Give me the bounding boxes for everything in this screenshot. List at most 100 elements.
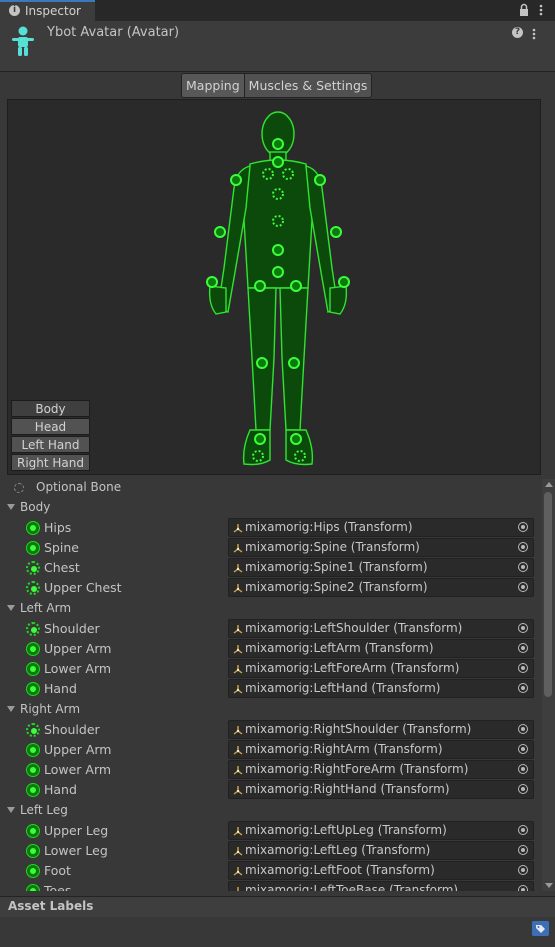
object-picker-icon[interactable] [518,845,528,855]
transform-field[interactable]: mixamorig:Hips (Transform) [228,518,534,537]
transform-icon [233,827,243,836]
transform-field[interactable]: mixamorig:LeftToeBase (Transform) [228,881,534,891]
transform-field[interactable]: mixamorig:Spine2 (Transform) [228,578,534,597]
bone-name: Hand [44,681,77,696]
component-menu-icon[interactable] [531,27,537,41]
asset-labels-header[interactable]: Asset Labels [0,896,555,917]
transform-value: mixamorig:LeftLeg (Transform) [245,843,431,857]
foldout-arrow-icon[interactable] [7,706,15,712]
group-label: Left Arm [20,601,72,615]
transform-field[interactable]: mixamorig:Spine (Transform) [228,538,534,557]
view-right-hand-button[interactable]: Right Hand [11,454,90,471]
mapping-tab[interactable]: Mapping [182,74,244,97]
scroll-thumb[interactable] [544,492,552,697]
view-head-button[interactable]: Head [11,418,90,435]
transform-value: mixamorig:Hips (Transform) [245,520,413,534]
object-picker-icon[interactable] [518,623,528,633]
transform-icon [233,746,243,755]
group-header[interactable]: Left Leg [7,802,68,818]
required-bone-icon [26,541,40,555]
label-tag-icon[interactable] [532,921,549,936]
transform-icon [233,625,243,634]
tab-inspector[interactable]: i Inspector [0,0,95,21]
optional-bone-icon [14,483,24,493]
transform-field[interactable]: mixamorig:LeftArm (Transform) [228,639,534,658]
group-header[interactable]: Body [7,499,50,515]
group-header[interactable]: Left Arm [7,600,71,616]
transform-value: mixamorig:LeftArm (Transform) [245,641,434,655]
bone-name: Lower Arm [44,661,112,676]
transform-field[interactable]: mixamorig:RightForeArm (Transform) [228,760,534,779]
group-label: Body [20,500,51,514]
optional-bone-icon [26,622,40,636]
help-icon[interactable]: ? [512,27,523,38]
bone-row: Hand mixamorig:LeftHand (Transform) [0,679,542,699]
optional-bone-icon [26,723,40,737]
inspector-title: Ybot Avatar (Avatar) [47,25,180,40]
transform-icon [233,847,243,856]
required-bone-icon [26,682,40,696]
transform-icon [233,867,243,876]
view-left-hand-button[interactable]: Left Hand [11,436,90,453]
transform-field[interactable]: mixamorig:LeftLeg (Transform) [228,841,534,860]
object-picker-icon[interactable] [518,643,528,653]
group-label: Left Leg [20,803,68,817]
bone-name: Chest [44,560,80,575]
body-silhouette[interactable] [200,108,356,470]
required-bone-icon [26,864,40,878]
object-picker-icon[interactable] [518,522,528,532]
bone-row: Spine mixamorig:Spine (Transform) [0,538,542,558]
muscles-settings-tab[interactable]: Muscles & Settings [243,74,372,97]
bone-name: Upper Chest [44,580,122,595]
transform-icon [233,645,243,654]
transform-field[interactable]: mixamorig:RightHand (Transform) [228,780,534,799]
object-picker-icon[interactable] [518,784,528,794]
bone-row: Hips mixamorig:Hips (Transform) [0,518,542,538]
transform-field[interactable]: mixamorig:LeftShoulder (Transform) [228,619,534,638]
object-picker-icon[interactable] [518,542,528,552]
bone-mapping-list: Body Hips mixamorig:Hips (Transform) Spine m… [0,497,542,891]
object-picker-icon[interactable] [518,885,528,891]
transform-field[interactable]: mixamorig:RightShoulder (Transform) [228,720,534,739]
transform-icon [233,786,243,795]
bone-row: Upper Chest mixamorig:Spine2 (Transform) [0,578,542,598]
foldout-arrow-icon[interactable] [7,504,15,510]
transform-value: mixamorig:Spine2 (Transform) [245,580,428,594]
transform-field[interactable]: mixamorig:LeftHand (Transform) [228,679,534,698]
kebab-menu-icon[interactable] [538,3,544,17]
bone-name: Lower Leg [44,843,108,858]
group-header[interactable]: Right Arm [7,701,80,717]
object-picker-icon[interactable] [518,562,528,572]
asset-labels-title: Asset Labels [8,899,94,913]
transform-icon [233,685,243,694]
object-picker-icon[interactable] [518,865,528,875]
object-picker-icon[interactable] [518,825,528,835]
object-picker-icon[interactable] [518,582,528,592]
view-body-button[interactable]: Body [11,400,90,417]
object-picker-icon[interactable] [518,744,528,754]
foldout-arrow-icon[interactable] [7,605,15,611]
transform-field[interactable]: mixamorig:LeftForeArm (Transform) [228,659,534,678]
required-bone-icon [26,642,40,656]
transform-value: mixamorig:LeftShoulder (Transform) [245,621,463,635]
lock-icon[interactable] [519,3,529,17]
transform-field[interactable]: mixamorig:LeftFoot (Transform) [228,861,534,880]
transform-icon [233,544,243,553]
object-picker-icon[interactable] [518,663,528,673]
avatar-icon [12,26,34,56]
bone-row: Lower Arm mixamorig:LeftForeArm (Transfor… [0,659,542,679]
scroll-up-arrow-icon[interactable] [545,482,553,487]
object-picker-icon[interactable] [518,683,528,693]
transform-value: mixamorig:LeftToeBase (Transform) [245,883,459,891]
transform-field[interactable]: mixamorig:LeftUpLeg (Transform) [228,821,534,840]
bone-row: Lower Arm mixamorig:RightForeArm (Transfo… [0,760,542,780]
object-picker-icon[interactable] [518,724,528,734]
transform-field[interactable]: mixamorig:RightArm (Transform) [228,740,534,759]
bone-row: Hand mixamorig:RightHand (Transform) [0,780,542,800]
transform-field[interactable]: mixamorig:Spine1 (Transform) [228,558,534,577]
object-picker-icon[interactable] [518,764,528,774]
scroll-down-arrow-icon[interactable] [545,883,553,888]
foldout-arrow-icon[interactable] [7,807,15,813]
required-bone-icon [26,783,40,797]
required-bone-icon [26,824,40,838]
